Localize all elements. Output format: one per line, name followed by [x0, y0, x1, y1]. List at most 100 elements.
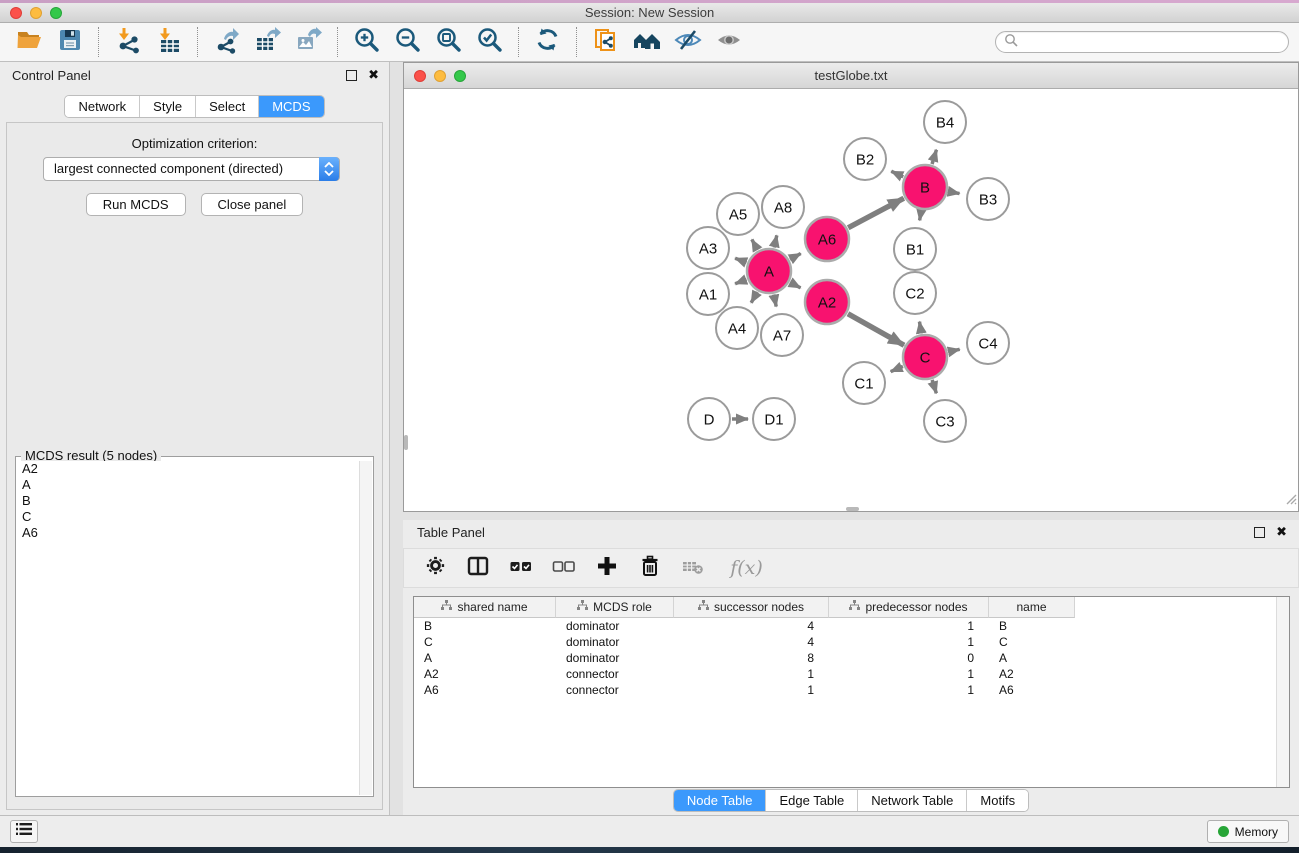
node-A3[interactable] [687, 227, 729, 269]
node-B[interactable] [903, 165, 947, 209]
criterion-dropdown[interactable]: largest connected component (directed) [43, 157, 340, 181]
table-row[interactable]: Adominator80A [414, 650, 1289, 666]
task-history-button[interactable] [10, 820, 38, 843]
delete-column-button[interactable] [637, 555, 663, 581]
table-settings-button[interactable] [422, 555, 448, 581]
zoom-selected-button[interactable] [469, 25, 510, 59]
table-tab-motifs[interactable]: Motifs [966, 790, 1028, 811]
search-input[interactable] [1023, 34, 1280, 50]
node-A5[interactable] [717, 193, 759, 235]
edge-A-A7[interactable] [774, 295, 776, 307]
node-C4[interactable] [967, 322, 1009, 364]
new-network-from-selection-button[interactable] [585, 25, 626, 59]
deselect-all-button[interactable] [551, 555, 577, 581]
column-header-shared-name[interactable]: shared name [414, 597, 556, 618]
edge-B-B4[interactable] [932, 150, 936, 164]
resize-grip-icon[interactable] [1284, 492, 1297, 510]
tab-mcds[interactable]: MCDS [258, 96, 323, 117]
table-row[interactable]: Cdominator41C [414, 634, 1289, 650]
zoom-fit-button[interactable] [428, 25, 469, 59]
node-A4[interactable] [716, 307, 758, 349]
mcds-result-item[interactable]: A2 [17, 461, 359, 477]
edge-A2-C[interactable] [848, 314, 904, 346]
zoom-in-button[interactable] [346, 25, 387, 59]
node-B2[interactable] [844, 138, 886, 180]
node-D[interactable] [688, 398, 730, 440]
export-table-button[interactable] [247, 25, 288, 59]
result-list-scrollbar[interactable] [359, 461, 372, 795]
table-row[interactable]: A2connector11A2 [414, 666, 1289, 682]
close-panel-button[interactable]: Close panel [201, 193, 304, 216]
float-panel-icon[interactable] [346, 70, 357, 81]
show-hidden-button[interactable] [708, 25, 749, 59]
column-header-predecessor-nodes[interactable]: predecessor nodes [829, 597, 989, 618]
mcds-result-item[interactable]: A [17, 477, 359, 493]
table-tab-node-table[interactable]: Node Table [674, 790, 766, 811]
node-A[interactable] [747, 249, 791, 293]
mcds-result-item[interactable]: A6 [17, 525, 359, 541]
open-file-button[interactable] [8, 25, 49, 59]
node-A8[interactable] [762, 186, 804, 228]
edge-A-A4[interactable] [751, 292, 757, 303]
tab-style[interactable]: Style [139, 96, 195, 117]
import-table-button[interactable] [148, 25, 189, 59]
node-A2[interactable] [805, 280, 849, 324]
search-field[interactable] [995, 31, 1289, 53]
save-session-button[interactable] [49, 25, 90, 59]
edge-A-A8[interactable] [774, 235, 777, 247]
edge-C-C2[interactable] [919, 322, 921, 334]
import-network-button[interactable] [107, 25, 148, 59]
export-image-button[interactable] [288, 25, 329, 59]
node-C1[interactable] [843, 362, 885, 404]
edge-A-A1[interactable] [735, 279, 746, 283]
edge-C-C3[interactable] [932, 380, 936, 393]
mcds-result-item[interactable]: C [17, 509, 359, 525]
table-tab-network-table[interactable]: Network Table [857, 790, 966, 811]
node-B4[interactable] [924, 101, 966, 143]
node-A1[interactable] [687, 273, 729, 315]
node-C[interactable] [903, 335, 947, 379]
split-columns-button[interactable] [465, 555, 491, 581]
export-network-button[interactable] [206, 25, 247, 59]
edge-B-B2[interactable] [891, 171, 903, 177]
table-row[interactable]: A6connector11A6 [414, 682, 1289, 698]
edge-B-B3[interactable] [949, 191, 960, 193]
tab-network[interactable]: Network [65, 96, 139, 117]
hide-selected-button[interactable] [667, 25, 708, 59]
select-all-button[interactable] [508, 555, 534, 581]
edge-A-A2[interactable] [790, 282, 800, 288]
table-tab-edge-table[interactable]: Edge Table [765, 790, 857, 811]
network-window-titlebar[interactable]: testGlobe.txt [404, 63, 1298, 89]
edge-A-A5[interactable] [752, 239, 758, 249]
edge-C-C4[interactable] [948, 349, 959, 352]
column-header-successor-nodes[interactable]: successor nodes [674, 597, 829, 618]
zoom-out-button[interactable] [387, 25, 428, 59]
vertical-scrollbar-thumb[interactable] [404, 435, 408, 450]
table-row[interactable]: Bdominator41B [414, 618, 1289, 634]
network-canvas[interactable]: A5A8A3A1A4A7AA6A2B2B4BB3B1C2CC4C1C3DD1 [404, 90, 1298, 511]
home-networks-button[interactable] [626, 25, 667, 59]
refresh-button[interactable] [527, 25, 568, 59]
edge-A-A3[interactable] [735, 258, 746, 262]
add-column-button[interactable] [594, 555, 620, 581]
node-C3[interactable] [924, 400, 966, 442]
edge-C-C1[interactable] [891, 366, 903, 371]
edge-A-A6[interactable] [790, 253, 801, 259]
node-C2[interactable] [894, 272, 936, 314]
column-header-name[interactable]: name [989, 597, 1075, 618]
run-mcds-button[interactable]: Run MCDS [86, 193, 186, 216]
memory-button[interactable]: Memory [1207, 820, 1289, 843]
close-panel-icon[interactable]: ✖ [368, 67, 379, 83]
table-scrollbar[interactable] [1276, 597, 1289, 787]
edge-A6-B[interactable] [848, 198, 904, 228]
node-B3[interactable] [967, 178, 1009, 220]
edge-B-B1[interactable] [920, 211, 922, 221]
node-D1[interactable] [753, 398, 795, 440]
close-table-panel-icon[interactable]: ✖ [1276, 524, 1287, 540]
column-header-mcds-role[interactable]: MCDS role [556, 597, 674, 618]
node-A6[interactable] [805, 217, 849, 261]
horizontal-scrollbar-thumb[interactable] [846, 507, 859, 511]
node-B1[interactable] [894, 228, 936, 270]
mcds-result-item[interactable]: B [17, 493, 359, 509]
node-A7[interactable] [761, 314, 803, 356]
